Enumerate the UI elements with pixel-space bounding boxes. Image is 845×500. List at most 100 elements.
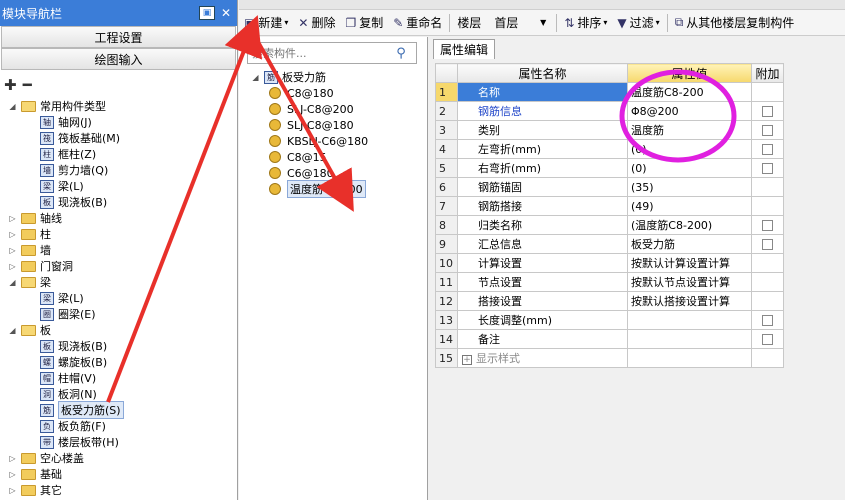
- component-item[interactable]: KBSLJ-C6@180: [251, 133, 368, 149]
- property-row[interactable]: 13 长度调整(mm): [435, 310, 784, 330]
- property-value[interactable]: (49): [627, 196, 752, 216]
- attach-checkbox[interactable]: [762, 315, 773, 326]
- property-row[interactable]: 4 左弯折(mm) (0): [435, 139, 784, 159]
- property-row[interactable]: 11 节点设置 按默认节点设置计算: [435, 272, 784, 292]
- new-button[interactable]: ▣ 新建 ▾: [239, 12, 293, 34]
- property-value[interactable]: [627, 310, 752, 330]
- property-row[interactable]: 7 钢筋搭接 (49): [435, 196, 784, 216]
- property-row[interactable]: 10 计算设置 按默认计算设置计算: [435, 253, 784, 273]
- tree-item[interactable]: 梁梁(L): [0, 178, 237, 194]
- tree-folder[interactable]: ◢ 梁: [0, 274, 237, 290]
- expand-plus-icon[interactable]: +: [462, 355, 472, 365]
- property-row[interactable]: 12 搭接设置 按默认搭接设置计算: [435, 291, 784, 311]
- tree-item[interactable]: 负板负筋(F): [0, 418, 237, 434]
- search-icon[interactable]: ⚲: [392, 46, 410, 61]
- attach-checkbox[interactable]: [762, 144, 773, 155]
- property-value[interactable]: 按默认节点设置计算: [627, 272, 752, 292]
- expand-icon[interactable]: ▷: [8, 230, 17, 239]
- component-item[interactable]: C8@180: [251, 85, 368, 101]
- tree-item[interactable]: 洞板洞(N): [0, 386, 237, 402]
- property-value[interactable]: (温度筋C8-200): [627, 215, 752, 235]
- tree-folder[interactable]: ▷ 其它: [0, 482, 237, 498]
- tree-item[interactable]: 帽柱帽(V): [0, 370, 237, 386]
- tree-folder[interactable]: ◢ 常用构件类型: [0, 98, 237, 114]
- component-item[interactable]: C6@180: [251, 165, 368, 181]
- attach-checkbox[interactable]: [762, 163, 773, 174]
- property-value[interactable]: Φ8@200: [627, 101, 752, 121]
- tree-item[interactable]: 梁梁(L): [0, 290, 237, 306]
- property-row[interactable]: 8 归类名称 (温度筋C8-200): [435, 215, 784, 235]
- attach-checkbox[interactable]: [762, 125, 773, 136]
- tree-folder[interactable]: ▷ 柱: [0, 226, 237, 242]
- property-row[interactable]: 14 备注: [435, 329, 784, 349]
- section-drawing-input[interactable]: 绘图输入: [1, 48, 236, 70]
- property-value[interactable]: (35): [627, 177, 752, 197]
- tree-item[interactable]: 板现浇板(B): [0, 194, 237, 210]
- delete-button[interactable]: ✕ 删除: [293, 12, 340, 34]
- property-row[interactable]: 15 + 显示样式: [435, 348, 784, 368]
- tree-folder[interactable]: ▷ 空心楼盖: [0, 450, 237, 466]
- attach-checkbox[interactable]: [762, 106, 773, 117]
- section-project-settings[interactable]: 工程设置: [1, 26, 236, 48]
- filter-button[interactable]: ▼ 过滤 ▾: [612, 12, 664, 34]
- property-value[interactable]: 温度筋C8-200: [627, 82, 752, 102]
- collapse-icon[interactable]: ◢: [251, 73, 260, 82]
- tree-item[interactable]: 筏筏板基础(M): [0, 130, 237, 146]
- attach-checkbox[interactable]: [762, 239, 773, 250]
- property-row[interactable]: 1 名称 温度筋C8-200: [435, 82, 784, 102]
- tree-folder[interactable]: ▷ 墙: [0, 242, 237, 258]
- expand-icon[interactable]: ▷: [8, 470, 17, 479]
- property-row[interactable]: 9 汇总信息 板受力筋: [435, 234, 784, 254]
- collapse-icon[interactable]: ◢: [8, 278, 17, 287]
- component-item[interactable]: 温度筋C8-200: [251, 180, 368, 198]
- property-row[interactable]: 5 右弯折(mm) (0): [435, 158, 784, 178]
- component-root[interactable]: ◢ 筋 板受力筋: [251, 69, 368, 85]
- tree-item[interactable]: 带楼层板带(H): [0, 434, 237, 450]
- property-row[interactable]: 6 钢筋锚固 (35): [435, 177, 784, 197]
- tab-property-edit[interactable]: 属性编辑: [433, 39, 496, 59]
- expand-icon[interactable]: ▷: [8, 454, 17, 463]
- tree-folder[interactable]: ▷ 基础: [0, 466, 237, 482]
- collapse-icon[interactable]: ◢: [8, 326, 17, 335]
- property-row[interactable]: 3 类别 温度筋: [435, 120, 784, 140]
- search-input[interactable]: [252, 46, 392, 60]
- tree-folder[interactable]: ◢ 板: [0, 322, 237, 338]
- property-value[interactable]: [627, 348, 752, 368]
- property-value[interactable]: 按默认搭接设置计算: [627, 291, 752, 311]
- tree-item[interactable]: 板现浇板(B): [0, 338, 237, 354]
- component-item[interactable]: SLJ-C8@180: [251, 117, 368, 133]
- collapse-icon[interactable]: ◢: [8, 102, 17, 111]
- copy-button[interactable]: ❐ 复制: [340, 12, 388, 34]
- minus-icon[interactable]: ━: [23, 76, 32, 94]
- tree-item[interactable]: 筋板受力筋(S): [0, 401, 237, 419]
- close-icon[interactable]: ✕: [219, 6, 233, 20]
- add-icon[interactable]: ✚: [4, 76, 17, 94]
- attach-checkbox[interactable]: [762, 334, 773, 345]
- expand-icon[interactable]: ▷: [8, 246, 17, 255]
- expand-icon[interactable]: ▷: [8, 214, 17, 223]
- tree-item[interactable]: 柱框柱(Z): [0, 146, 237, 162]
- property-value[interactable]: [627, 329, 752, 349]
- tree-item[interactable]: 墙剪力墙(Q): [0, 162, 237, 178]
- property-value[interactable]: (0): [627, 158, 752, 178]
- tree-folder[interactable]: ▷ 轴线: [0, 210, 237, 226]
- tree-folder[interactable]: ▷ 门窗洞: [0, 258, 237, 274]
- pin-icon[interactable]: ▣: [199, 6, 215, 20]
- tree-item[interactable]: 螺螺旋板(B): [0, 354, 237, 370]
- expand-icon[interactable]: ▷: [8, 486, 17, 495]
- sort-button[interactable]: ⇅ 排序 ▾: [559, 12, 612, 34]
- component-item[interactable]: SLJ-C8@200: [251, 101, 368, 117]
- copy-from-floor-button[interactable]: ⧉ 从其他楼层复制构件: [670, 12, 800, 34]
- floor-select[interactable]: 首层 ▼: [490, 14, 550, 32]
- rename-button[interactable]: ✎ 重命名: [388, 12, 447, 34]
- property-row[interactable]: 2 钢筋信息 Φ8@200: [435, 101, 784, 121]
- expand-icon[interactable]: ▷: [8, 262, 17, 271]
- component-item[interactable]: C8@15: [251, 149, 368, 165]
- property-value[interactable]: (0): [627, 139, 752, 159]
- attach-checkbox[interactable]: [762, 220, 773, 231]
- property-value[interactable]: 板受力筋: [627, 234, 752, 254]
- tree-item[interactable]: 圈圈梁(E): [0, 306, 237, 322]
- property-value[interactable]: 温度筋: [627, 120, 752, 140]
- tree-item[interactable]: 轴轴网(J): [0, 114, 237, 130]
- property-value[interactable]: 按默认计算设置计算: [627, 253, 752, 273]
